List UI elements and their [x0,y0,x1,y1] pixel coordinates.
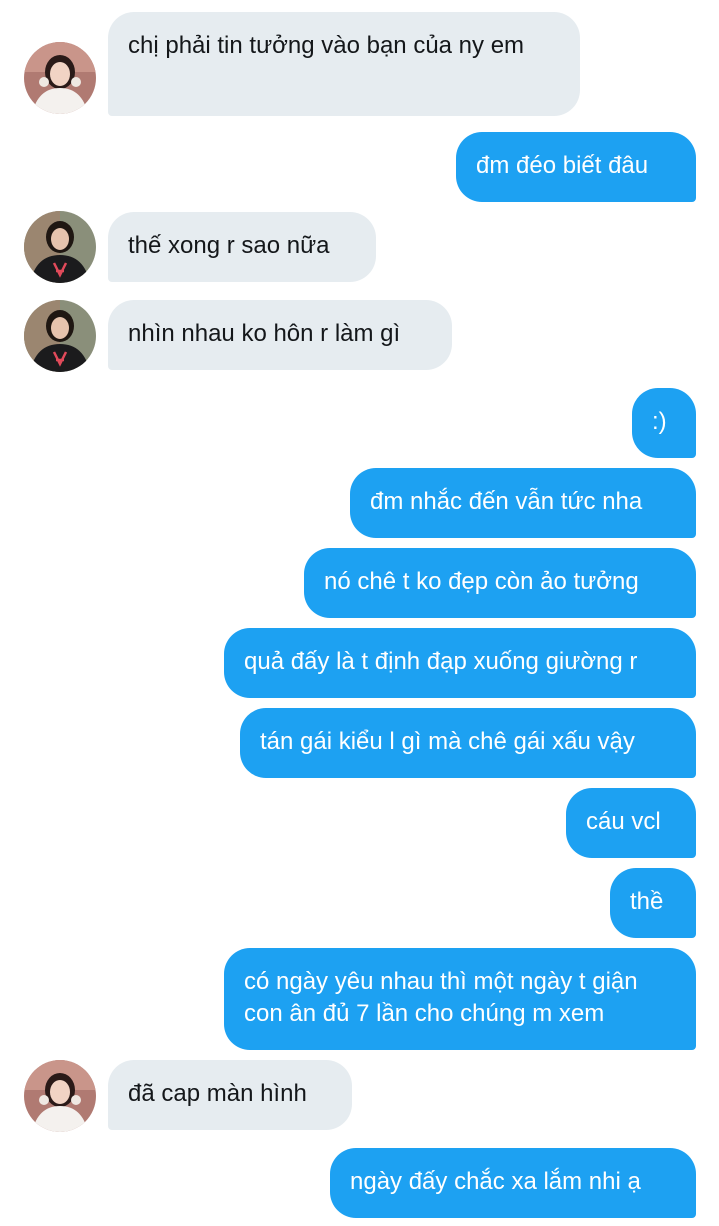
message-row-outgoing: đm đéo biết đâu [0,132,719,202]
avatar-photo-icon [24,211,96,283]
message-row-incoming: thế xong r sao nữa [0,211,719,283]
message-bubble[interactable]: nó chê t ko đẹp còn ảo tưởng [304,548,696,618]
avatar-photo-icon [24,42,96,114]
message-bubble[interactable]: :) [632,388,696,458]
message-bubble[interactable]: tán gái kiểu l gì mà chê gái xấu vậy [240,708,696,778]
contact-avatar[interactable] [24,42,96,114]
message-bubble[interactable]: thề [610,868,696,938]
message-bubble[interactable]: chị phải tin tưởng vào bạn của ny em [108,12,580,116]
message-bubble[interactable]: ngày đấy chắc xa lắm nhi ạ [330,1148,696,1218]
message-bubble[interactable]: đm đéo biết đâu [456,132,696,202]
message-row-outgoing: thề [0,868,719,938]
message-bubble[interactable]: nhìn nhau ko hôn r làm gì [108,300,452,370]
contact-avatar[interactable] [24,300,96,372]
message-row-outgoing: tán gái kiểu l gì mà chê gái xấu vậy [0,708,719,778]
message-bubble[interactable]: thế xong r sao nữa [108,212,376,282]
message-bubble[interactable]: đm nhắc đến vẫn tức nha [350,468,696,538]
message-row-incoming: chị phải tin tưởng vào bạn của ny em [0,12,719,116]
message-row-outgoing: cáu vcl [0,788,719,858]
contact-avatar[interactable] [24,1060,96,1132]
message-row-incoming: nhìn nhau ko hôn r làm gì [0,300,719,372]
message-row-outgoing: đm nhắc đến vẫn tức nha [0,468,719,538]
message-row-outgoing: nó chê t ko đẹp còn ảo tưởng [0,548,719,618]
message-row-outgoing: quả đấy là t định đạp xuống giường r [0,628,719,698]
message-row-incoming: đã cap màn hình [0,1060,719,1132]
avatar-photo-icon [24,300,96,372]
message-row-outgoing: :) [0,388,719,458]
message-bubble[interactable]: cáu vcl [566,788,696,858]
message-bubble[interactable]: đã cap màn hình [108,1060,352,1130]
avatar-photo-icon [24,1060,96,1132]
message-row-outgoing: có ngày yêu nhau thì một ngày t giận con… [0,948,719,1050]
contact-avatar[interactable] [24,211,96,283]
message-row-outgoing: ngày đấy chắc xa lắm nhi ạ [0,1148,719,1218]
message-bubble[interactable]: quả đấy là t định đạp xuống giường r [224,628,696,698]
message-bubble[interactable]: có ngày yêu nhau thì một ngày t giận con… [224,948,696,1050]
